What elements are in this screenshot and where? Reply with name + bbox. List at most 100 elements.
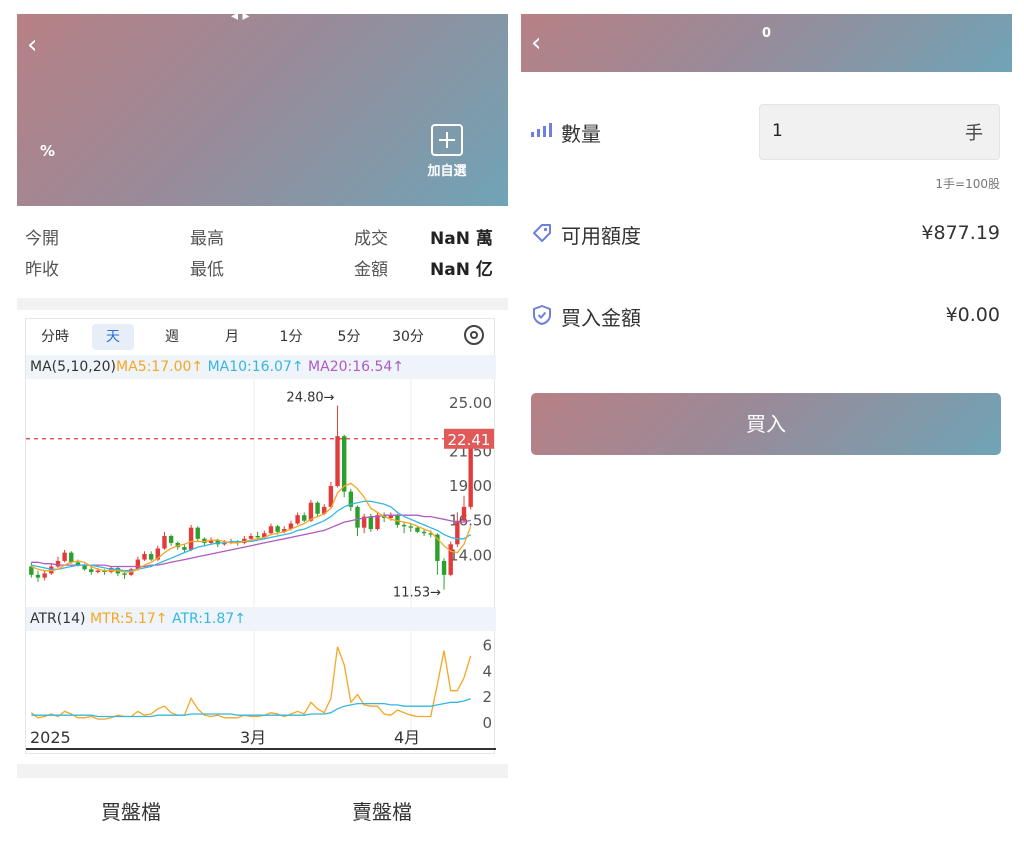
candle-body <box>182 547 187 550</box>
candle-body <box>95 570 101 573</box>
change-percent: % <box>40 142 56 160</box>
ma5-line <box>31 482 472 573</box>
candle-body <box>62 552 67 561</box>
add-favorite-button[interactable]: 加自選 <box>419 124 475 179</box>
x-tick-label: 3月 <box>240 728 266 747</box>
plus-icon <box>431 124 463 156</box>
buy-amount-label: 買入金額 <box>561 306 641 330</box>
candle-body <box>302 515 307 521</box>
available-label: 可用額度 <box>561 224 641 248</box>
quantity-label: 數量 <box>561 122 601 146</box>
quote-stats: 今開 最高 成交 NaN 萬 昨收 最低 金額 NaN 亿 <box>17 212 508 292</box>
candle-body <box>89 569 94 573</box>
candle-body <box>408 526 413 528</box>
candle-body <box>295 515 300 524</box>
tab-week[interactable]: 週 <box>151 324 193 350</box>
tab-month[interactable]: 月 <box>211 324 253 350</box>
candle-body <box>42 573 47 578</box>
candle-body <box>122 573 127 575</box>
mtr-line <box>30 646 472 720</box>
volume-label: 成交 <box>354 229 388 249</box>
min-price-label: 11.53→ <box>393 586 441 601</box>
y-tick-label: 14.00 <box>449 546 492 564</box>
max-price-label: 24.80→ <box>286 391 334 406</box>
candlestick-chart: 25.0021.5019.0016.5014.0022.4124.80→11.5… <box>26 379 494 607</box>
candle-body <box>335 436 340 487</box>
y-tick-label: 6 <box>482 636 492 654</box>
y-tick-label: 4 <box>482 662 492 680</box>
candle-body <box>268 526 274 534</box>
atr-legend: ATR(14) MTR:5.17↑ ATR:1.87↑ <box>26 607 496 631</box>
back-icon[interactable]: ‹ <box>27 32 37 58</box>
candle-body <box>188 527 194 550</box>
candle-body <box>148 554 154 560</box>
low-label: 最低 <box>190 260 224 280</box>
ma5-legend: MA5:17.00↑ <box>116 359 204 375</box>
buy-button[interactable]: 買入 <box>531 393 1001 455</box>
quantity-value: 1 <box>772 121 783 141</box>
prev-next-arrows-icon[interactable]: ◂ ▸ <box>231 8 250 24</box>
app-screen: ‹ ◂ ▸ % 加自選 今開 最高 成交 NaN 萬 昨收 最低 金額 NaN … <box>0 0 1024 846</box>
tab-1min[interactable]: 1分 <box>270 324 312 350</box>
y-tick-label: 2 <box>482 688 492 706</box>
order-book-tabs: 買盤檔 賣盤檔 <box>17 780 508 840</box>
candle-body <box>162 535 167 549</box>
volume-value: NaN 萬 <box>430 229 493 249</box>
high-label: 最高 <box>190 229 224 249</box>
buy-book-tab[interactable]: 買盤檔 <box>101 796 161 825</box>
chart-period-tabs: 分時 天 週 月 1分 5分 30分 <box>26 319 496 353</box>
open-label: 今開 <box>25 229 59 249</box>
tab-5min[interactable]: 5分 <box>328 324 370 350</box>
tab-day[interactable]: 天 <box>92 324 134 350</box>
sell-book-tab[interactable]: 賣盤檔 <box>352 796 412 825</box>
amount-value: NaN 亿 <box>430 260 493 280</box>
candle-body <box>248 535 254 539</box>
buy-amount-value: ¥0.00 <box>945 304 1000 326</box>
section-divider <box>17 298 508 310</box>
signal-bars-icon <box>531 123 552 137</box>
add-favorite-label: 加自選 <box>427 164 467 179</box>
ma10-legend: MA10:16.07↑ <box>207 359 304 375</box>
atr-chart: 6 4 2 0 2025 3月 4月 <box>26 631 496 750</box>
candle-body <box>355 506 360 528</box>
ma-legend: MA(5,10,20)MA5:17.00↑ MA10:16.07↑ MA20:1… <box>26 355 496 379</box>
kline-chart-panel: 分時 天 週 月 1分 5分 30分 MA(5,10,20)MA5:17.00↑… <box>25 318 496 754</box>
amount-label: 金額 <box>354 260 388 280</box>
candle-body <box>448 544 453 575</box>
atr-line <box>31 698 471 718</box>
candle-body <box>69 552 74 563</box>
y-tick-label: 25.00 <box>449 394 492 412</box>
candle-body <box>255 535 260 538</box>
quantity-unit: 手 <box>965 123 983 144</box>
candle-body <box>168 535 174 543</box>
candle-body <box>275 526 280 532</box>
quantity-hint: 1手=100股 <box>935 177 1000 191</box>
tag-icon <box>533 224 551 242</box>
x-tick-label: 4月 <box>394 728 420 747</box>
order-header: ‹ 0 <box>521 14 1012 72</box>
candle-body <box>441 560 447 575</box>
candle-body <box>142 554 147 560</box>
current-price-label: 22.41 <box>448 431 491 449</box>
candle-body <box>375 515 380 530</box>
candle-body <box>341 436 347 492</box>
available-value: ¥877.19 <box>921 222 1000 244</box>
atr-value-legend: ATR:1.87↑ <box>171 611 246 627</box>
tab-intraday[interactable]: 分時 <box>34 324 76 350</box>
settings-gear-icon[interactable] <box>464 325 484 345</box>
order-title: 0 <box>761 26 772 41</box>
shield-check-icon <box>533 305 551 325</box>
quantity-input[interactable]: 1 手 <box>759 104 1000 160</box>
candle-body <box>315 502 320 514</box>
candle-body <box>421 531 427 534</box>
prev-close-label: 昨收 <box>25 260 59 280</box>
x-tick-label: 2025 <box>30 728 71 747</box>
atr-legend-name: ATR(14) <box>30 611 86 627</box>
candle-body <box>415 527 420 532</box>
candle-body <box>461 506 467 521</box>
tab-30min[interactable]: 30分 <box>386 324 430 350</box>
candle-body <box>401 524 407 527</box>
y-tick-label: 0 <box>482 714 492 732</box>
section-divider-2 <box>17 764 508 778</box>
stock-detail-pane: ‹ ◂ ▸ % 加自選 今開 最高 成交 NaN 萬 昨收 最低 金額 NaN … <box>17 0 508 846</box>
